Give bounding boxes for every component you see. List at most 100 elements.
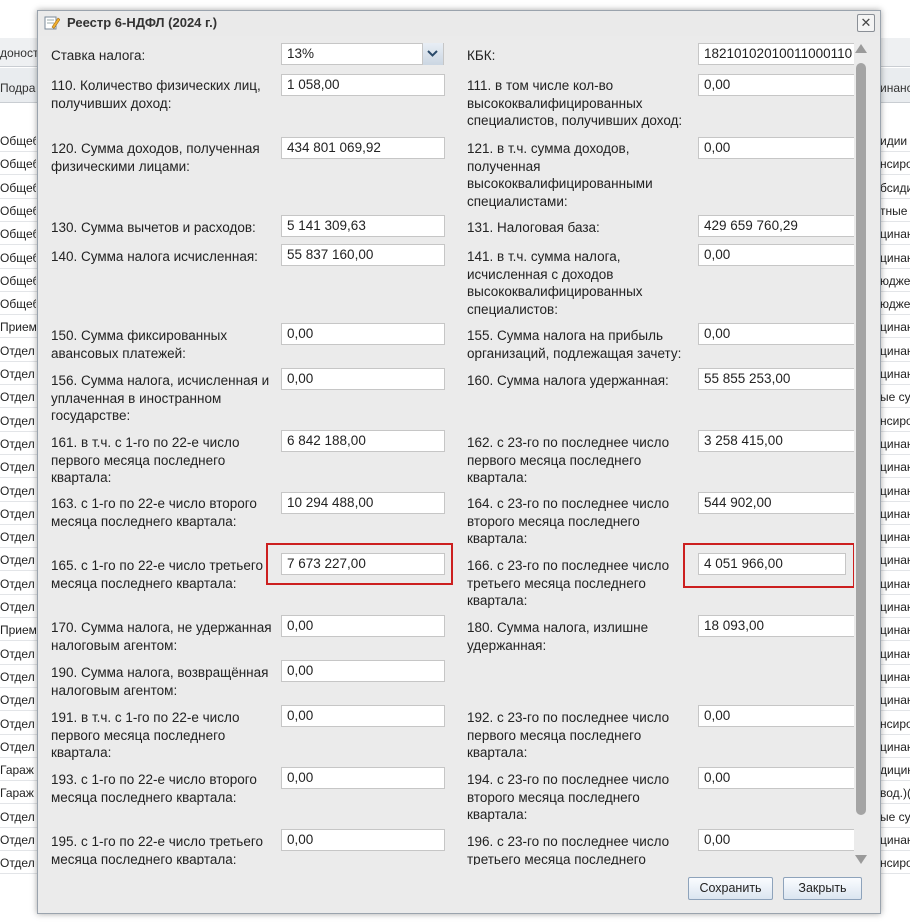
background-row-left-cell[interactable]: Отдел	[0, 340, 36, 362]
field-190-input[interactable]: 0,00	[281, 660, 445, 682]
field-160-input[interactable]: 55 855 253,00	[698, 368, 854, 390]
field-155-input[interactable]: 0,00	[698, 323, 854, 345]
dialog-titlebar[interactable]: Реестр 6-НДФЛ (2024 г.) ✕	[38, 11, 880, 36]
background-row-right-cell[interactable]: ые суб	[880, 806, 910, 828]
field-164-input[interactable]: 544 902,00	[698, 492, 854, 514]
background-row-left-cell[interactable]: Отдел	[0, 549, 36, 571]
field-121-input[interactable]: 0,00	[698, 137, 854, 159]
field-170-input[interactable]: 0,00	[281, 615, 445, 637]
background-row-left-cell[interactable]: Отдел	[0, 410, 36, 432]
field-166-input[interactable]: 4 051 966,00	[698, 553, 846, 575]
background-row-left-cell[interactable]: Общеб	[0, 293, 36, 315]
vertical-scrollbar[interactable]	[853, 41, 869, 867]
tax-rate-dropdown-button[interactable]	[422, 43, 443, 65]
background-row-right-cell[interactable]: цинан	[880, 596, 910, 618]
background-row-left-cell[interactable]: Гараж	[0, 759, 36, 781]
background-row-right-cell[interactable]: цинан	[880, 689, 910, 711]
scrollbar-thumb[interactable]	[856, 63, 866, 815]
background-row-right-cell[interactable]: цинан	[880, 247, 910, 269]
background-row-right-cell[interactable]: юдже	[880, 270, 910, 292]
field-141-input[interactable]: 0,00	[698, 244, 854, 266]
background-row-left-cell[interactable]: Отдел	[0, 829, 36, 851]
background-row-left-cell[interactable]: Отдел	[0, 456, 36, 478]
background-row-right-cell[interactable]: тные	[880, 200, 910, 222]
scroll-down-arrow-icon[interactable]	[855, 855, 867, 864]
background-row-right-cell[interactable]: цинан	[880, 666, 910, 688]
background-row-left-cell[interactable]: Отдел	[0, 852, 36, 874]
background-row-right-cell[interactable]: цинан	[880, 573, 910, 595]
background-row-left-cell[interactable]: Отдел	[0, 480, 36, 502]
background-row-right-cell[interactable]: цинан	[880, 456, 910, 478]
save-button[interactable]: Сохранить	[688, 877, 773, 900]
background-row-left-cell[interactable]: Общеб	[0, 223, 36, 245]
tax-rate-select[interactable]: 13%	[281, 43, 444, 65]
background-row-right-cell[interactable]: нсиро	[880, 713, 910, 735]
background-row-right-cell[interactable]: цинан	[880, 363, 910, 385]
field-180-input[interactable]: 18 093,00	[698, 615, 854, 637]
background-row-right-cell[interactable]: нсиро	[880, 410, 910, 432]
background-row-left-cell[interactable]: Общеб	[0, 200, 36, 222]
background-row-left-cell[interactable]: Отдел	[0, 433, 36, 455]
background-row-right-cell[interactable]: цинан	[880, 549, 910, 571]
background-row-left-cell[interactable]: Отдел	[0, 573, 36, 595]
background-row-left-cell[interactable]: Отдел	[0, 666, 36, 688]
background-row-right-cell[interactable]: цинан	[880, 503, 910, 525]
background-row-right-cell[interactable]: бсиди	[880, 177, 910, 199]
field-150-input[interactable]: 0,00	[281, 323, 445, 345]
background-row-left-cell[interactable]: Отдел	[0, 713, 36, 735]
background-row-right-cell[interactable]: ые суб	[880, 386, 910, 408]
background-row-left-cell[interactable]: Общеб	[0, 247, 36, 269]
background-row-right-cell[interactable]: цинан	[880, 433, 910, 455]
background-row-left-cell[interactable]: Отдел	[0, 596, 36, 618]
kbk-input[interactable]: 18210102010011000110	[698, 43, 854, 65]
background-row-right-cell[interactable]: цинан	[880, 829, 910, 851]
field-111-input[interactable]: 0,00	[698, 74, 854, 96]
background-row-left-cell[interactable]: Отдел	[0, 736, 36, 758]
field-192-input[interactable]: 0,00	[698, 705, 854, 727]
field-165-input[interactable]: 7 673 227,00	[281, 553, 445, 575]
field-191-input[interactable]: 0,00	[281, 705, 445, 727]
field-156-input[interactable]: 0,00	[281, 368, 445, 390]
background-row-right-cell[interactable]: дицин	[880, 759, 910, 781]
field-140-input[interactable]: 55 837 160,00	[281, 244, 445, 266]
background-row-left-cell[interactable]: Отдел	[0, 689, 36, 711]
background-row-left-cell[interactable]: Общеб	[0, 153, 36, 175]
field-131-input[interactable]: 429 659 760,29	[698, 215, 854, 237]
background-row-left-cell[interactable]: Общеб	[0, 270, 36, 292]
field-110-input[interactable]: 1 058,00	[281, 74, 445, 96]
background-row-right-cell[interactable]: вод.)(	[880, 782, 910, 804]
background-row-left-cell[interactable]: Прием	[0, 619, 36, 641]
field-162-input[interactable]: 3 258 415,00	[698, 430, 854, 452]
background-row-left-cell[interactable]: Отдел	[0, 806, 36, 828]
field-130-input[interactable]: 5 141 309,63	[281, 215, 445, 237]
background-row-left-cell[interactable]: Прием	[0, 316, 36, 338]
field-120-input[interactable]: 434 801 069,92	[281, 137, 445, 159]
background-row-right-cell[interactable]: цинан	[880, 736, 910, 758]
close-button[interactable]: Закрыть	[783, 877, 862, 900]
background-row-right-cell[interactable]: нсиро	[880, 852, 910, 874]
background-row-right-cell[interactable]: цинан	[880, 526, 910, 548]
background-row-right-cell[interactable]: цинан	[880, 643, 910, 665]
background-row-left-cell[interactable]: Отдел	[0, 503, 36, 525]
field-161-input[interactable]: 6 842 188,00	[281, 430, 445, 452]
background-row-left-cell[interactable]: Отдел	[0, 386, 36, 408]
background-row-right-cell[interactable]: цинан	[880, 480, 910, 502]
field-196-input[interactable]: 0,00	[698, 829, 854, 851]
background-row-right-cell[interactable]: цинан	[880, 619, 910, 641]
background-row-right-cell[interactable]: цинан	[880, 340, 910, 362]
background-row-right-cell[interactable]: юдже	[880, 293, 910, 315]
field-163-input[interactable]: 10 294 488,00	[281, 492, 445, 514]
field-195-input[interactable]: 0,00	[281, 829, 445, 851]
close-dialog-button[interactable]: ✕	[857, 14, 875, 32]
background-row-left-cell[interactable]: Отдел	[0, 643, 36, 665]
background-row-left-cell[interactable]: Отдел	[0, 526, 36, 548]
background-row-right-cell[interactable]: цинан	[880, 223, 910, 245]
background-row-right-cell[interactable]: цинан	[880, 316, 910, 338]
scroll-up-arrow-icon[interactable]	[855, 44, 867, 53]
background-row-right-cell[interactable]: идии	[880, 130, 910, 152]
background-row-right-cell[interactable]: нсиро	[880, 153, 910, 175]
field-194-input[interactable]: 0,00	[698, 767, 854, 789]
field-193-input[interactable]: 0,00	[281, 767, 445, 789]
background-row-left-cell[interactable]: Общеб	[0, 177, 36, 199]
background-row-left-cell[interactable]: Отдел	[0, 363, 36, 385]
